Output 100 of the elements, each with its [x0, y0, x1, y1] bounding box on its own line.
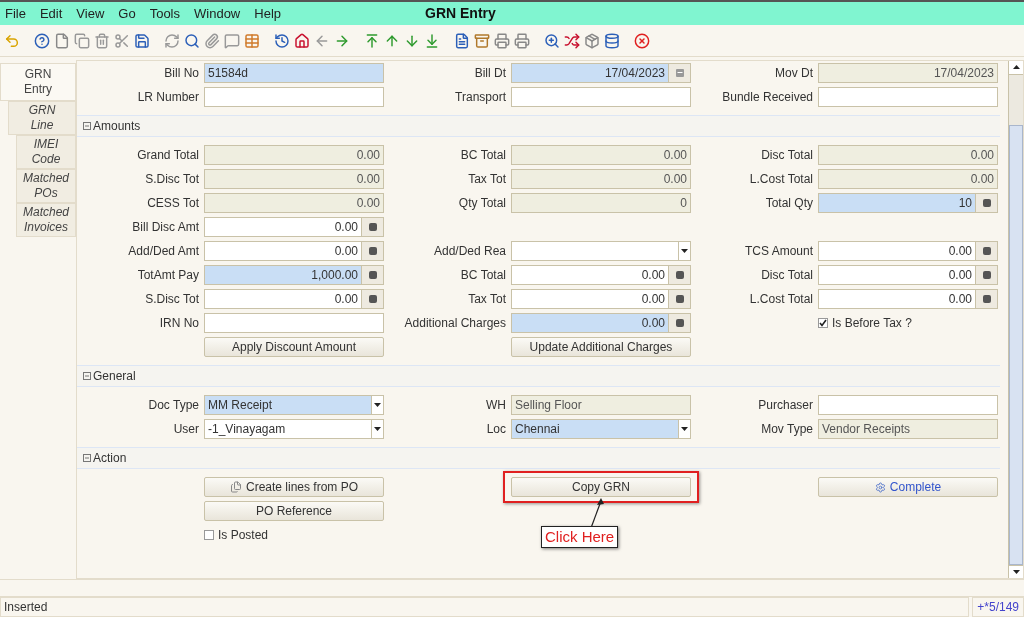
shuffle-icon[interactable] — [564, 32, 580, 49]
scroll-up-icon[interactable] — [1012, 65, 1020, 70]
input-field[interactable]: Selling Floor — [511, 395, 691, 415]
action-button[interactable]: Update Additional Charges — [511, 337, 691, 357]
history-icon[interactable] — [274, 32, 290, 49]
database-icon[interactable] — [604, 32, 620, 49]
date-field[interactable]: 17/04/2023 — [511, 63, 691, 83]
report-icon[interactable] — [454, 32, 470, 49]
dropdown-field[interactable] — [511, 241, 691, 261]
close-icon[interactable] — [634, 32, 650, 49]
input-field[interactable]: 0.00 — [204, 289, 384, 309]
collapse-icon[interactable] — [83, 122, 91, 130]
paperclip-icon[interactable] — [204, 32, 220, 49]
tab[interactable]: GRN Line — [8, 101, 76, 135]
field-label: LR Number — [136, 89, 199, 106]
calculator-icon[interactable] — [675, 271, 684, 279]
collapse-icon[interactable] — [83, 372, 91, 380]
calculator-icon[interactable] — [675, 319, 684, 327]
tab[interactable]: IMEI Code — [16, 135, 76, 169]
menu-item[interactable]: File — [5, 3, 26, 24]
calculator-icon[interactable] — [675, 295, 684, 303]
input-field[interactable]: 0.00 — [511, 265, 691, 285]
input-field[interactable]: 0.00 — [818, 169, 998, 189]
section-header[interactable]: Amounts — [77, 115, 1000, 137]
checkbox[interactable]: Is Posted — [204, 526, 384, 544]
calculator-icon[interactable] — [368, 247, 377, 255]
input-field[interactable]: 0.00 — [204, 217, 384, 237]
new-document-icon[interactable] — [54, 32, 70, 49]
menu-item[interactable]: Edit — [39, 3, 63, 24]
input-field[interactable]: 0.00 — [204, 169, 384, 189]
action-button[interactable]: PO Reference — [204, 501, 384, 521]
trash-icon[interactable] — [94, 32, 110, 49]
input-field[interactable]: Vendor Receipts — [818, 419, 998, 439]
package-icon[interactable] — [584, 32, 600, 49]
home-icon[interactable] — [294, 32, 310, 49]
input-field[interactable]: 0.00 — [511, 145, 691, 165]
input-field[interactable]: 0.00 — [818, 145, 998, 165]
zoom-icon[interactable] — [544, 32, 560, 49]
input-field[interactable]: 1,000.00 — [204, 265, 384, 285]
action-button[interactable]: Create lines from PO — [204, 477, 384, 497]
input-field[interactable]: 0.00 — [511, 313, 691, 333]
input-field[interactable]: 0.00 — [818, 289, 998, 309]
search-icon[interactable] — [184, 32, 200, 49]
input-field[interactable]: 10 — [818, 193, 998, 213]
first-record-icon[interactable] — [364, 32, 380, 49]
section-header[interactable]: General — [77, 365, 1000, 387]
input-field[interactable]: 0.00 — [511, 289, 691, 309]
calculator-icon[interactable] — [368, 295, 377, 303]
dropdown-field[interactable]: -1_Vinayagam — [204, 419, 384, 439]
undo-icon[interactable] — [4, 32, 20, 49]
print-preview-icon[interactable] — [494, 32, 510, 49]
calculator-icon[interactable] — [982, 247, 991, 255]
input-field[interactable] — [511, 87, 691, 107]
menu-item[interactable]: Go — [118, 3, 136, 24]
calculator-icon[interactable] — [368, 271, 377, 279]
last-record-icon[interactable] — [424, 32, 440, 49]
calculator-icon[interactable] — [982, 295, 991, 303]
input-field[interactable]: 0.00 — [818, 241, 998, 261]
action-button[interactable]: Apply Discount Amount — [204, 337, 384, 357]
checkbox[interactable]: Is Before Tax ? — [818, 314, 998, 332]
scissors-icon[interactable] — [114, 32, 130, 49]
scroll-down-icon[interactable] — [1012, 569, 1020, 574]
tab[interactable]: Matched Invoices — [16, 203, 76, 237]
menu-item[interactable]: Window — [194, 3, 241, 24]
input-field[interactable]: 0 — [511, 193, 691, 213]
copy-icon[interactable] — [74, 32, 90, 49]
input-field[interactable]: 17/04/2023 — [818, 63, 998, 83]
collapse-icon[interactable] — [83, 454, 91, 462]
save-icon[interactable] — [134, 32, 150, 49]
dropdown-field[interactable]: Chennai — [511, 419, 691, 439]
input-field[interactable]: 0.00 — [204, 145, 384, 165]
input-field[interactable]: 0.00 — [511, 169, 691, 189]
scroll-thumb[interactable] — [1009, 124, 1023, 565]
input-field[interactable]: 51584d — [204, 63, 384, 83]
input-field[interactable]: 0.00 — [204, 193, 384, 213]
tab[interactable]: GRN Entry — [0, 63, 76, 101]
menu-item[interactable]: Help — [254, 3, 281, 24]
action-button[interactable]: Copy GRN — [511, 477, 691, 497]
print-icon[interactable] — [514, 32, 530, 49]
tab[interactable]: Matched POs — [16, 169, 76, 203]
section-header[interactable]: Action — [77, 447, 1000, 469]
menu-item[interactable]: View — [76, 3, 105, 24]
chat-icon[interactable] — [224, 32, 240, 49]
input-field[interactable] — [818, 395, 998, 415]
input-field[interactable]: 0.00 — [818, 265, 998, 285]
menu-item[interactable]: Tools — [149, 3, 180, 24]
input-field[interactable] — [204, 313, 384, 333]
table-icon[interactable] — [244, 32, 260, 49]
scrollbar[interactable] — [1008, 61, 1023, 578]
calculator-icon[interactable] — [982, 271, 991, 279]
input-field[interactable]: 0.00 — [204, 241, 384, 261]
input-field[interactable] — [204, 87, 384, 107]
archive-icon[interactable] — [474, 32, 490, 49]
help-icon[interactable] — [34, 32, 50, 49]
input-field[interactable] — [818, 87, 998, 107]
action-button[interactable]: Complete — [818, 477, 998, 497]
refresh-icon[interactable] — [164, 32, 180, 49]
calculator-icon[interactable] — [982, 199, 991, 207]
calculator-icon[interactable] — [368, 223, 377, 231]
dropdown-field[interactable]: MM Receipt — [204, 395, 384, 415]
